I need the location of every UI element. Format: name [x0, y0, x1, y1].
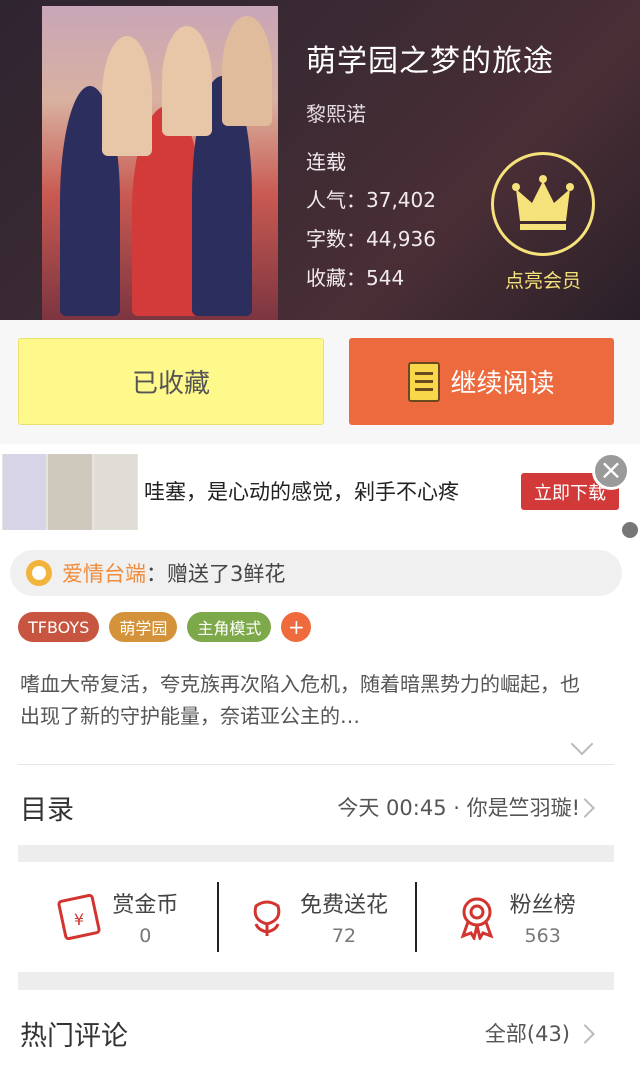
all-comments-link[interactable]: 全部(43) [485, 1018, 570, 1048]
book-title: 萌学园之梦的旅途 [306, 44, 554, 79]
continue-reading-label: 继续阅读 [450, 369, 555, 399]
stat-label: 人气： [306, 188, 366, 212]
stat-value: 37,402 [366, 188, 436, 212]
action-label: 粉丝榜 [509, 893, 576, 918]
action-buttons-row: 已收藏 继续阅读 [0, 320, 640, 444]
stat-value: 44,936 [366, 227, 436, 251]
section-separator [18, 972, 614, 990]
add-tag-button[interactable]: + [281, 612, 312, 642]
book-header: 萌学园之梦的旅途 黎熙诺 连载 人气：37,402 字数：44,936 收藏：5… [0, 0, 640, 320]
stat-value: 544 [366, 266, 405, 290]
action-text: 粉丝榜 563 [510, 887, 576, 947]
red-envelope-icon: ¥ [57, 894, 101, 940]
book-detail-content: 爱情台端 ：赠送了3鲜花 TFBOYS 萌学园 主角模式 + 嗜血大帝复活，夸克… [0, 540, 640, 1071]
send-flower-action[interactable]: 免费送花 72 [216, 862, 416, 972]
hot-comments-label: 热门评论 [20, 1021, 128, 1052]
medal-icon [460, 897, 494, 940]
collected-button[interactable]: 已收藏 [18, 338, 324, 425]
gift-message: ：赠送了3鲜花 [146, 562, 286, 586]
toc-label[interactable]: 目录 [20, 788, 74, 827]
ad-image-panel [3, 454, 47, 530]
gift-icon [26, 560, 52, 586]
ad-image[interactable] [2, 454, 138, 530]
chevron-right-icon[interactable] [575, 1024, 595, 1044]
support-actions: ¥ 赏金币 0 免费送花 72 粉丝榜 563 [18, 862, 614, 972]
stat-words: 字数：44,936 [306, 223, 436, 252]
vip-label[interactable]: 点亮会员 [470, 266, 616, 293]
tag[interactable]: TFBOYS [18, 612, 100, 642]
action-label: 赏金币 [112, 893, 179, 918]
cover-figure [222, 16, 272, 126]
action-count: 563 [524, 925, 561, 947]
tag-list: TFBOYS 萌学园 主角模式 + [18, 612, 312, 642]
gift-notice: 爱情台端 ：赠送了3鲜花 [10, 550, 622, 596]
stat-favorites: 收藏：544 [306, 262, 404, 291]
ad-banner[interactable]: 哇塞，是心动的感觉，剁手不心疼 立即下载 [0, 444, 640, 540]
vip-crown-button[interactable] [491, 152, 595, 256]
chevron-down-icon[interactable] [570, 732, 594, 756]
fan-ranking-action[interactable]: 粉丝榜 563 [415, 862, 614, 972]
stat-label: 收藏： [306, 266, 366, 290]
stat-popularity: 人气：37,402 [306, 184, 436, 213]
book-icon [408, 361, 441, 402]
cover-figure [102, 36, 152, 156]
ad-mark-icon [622, 522, 638, 538]
action-count: 72 [331, 925, 357, 947]
ad-image-panel [48, 454, 92, 530]
toc-latest-chapter[interactable]: 今天 00:45 · 你是竺羽璇! [337, 792, 580, 822]
tag[interactable]: 萌学园 [109, 612, 178, 642]
book-description[interactable]: 嗜血大帝复活，夸克族再次陷入危机，随着暗黑势力的崛起，也出现了新的守护能量，奈诺… [20, 668, 590, 732]
crown-icon [512, 175, 574, 230]
reward-coins-action[interactable]: ¥ 赏金币 0 [18, 862, 217, 972]
tag[interactable]: 主角模式 [187, 612, 272, 642]
action-count: 0 [139, 925, 152, 947]
book-author[interactable]: 黎熙诺 [306, 98, 366, 127]
ad-text[interactable]: 哇塞，是心动的感觉，剁手不心疼 [144, 476, 459, 506]
cover-figure [162, 26, 212, 136]
gift-sender[interactable]: 爱情台端 [62, 558, 146, 588]
continue-reading-button[interactable]: 继续阅读 [349, 338, 614, 425]
ad-image-panel [93, 454, 137, 530]
stat-label: 字数： [306, 227, 366, 251]
section-separator [18, 845, 614, 862]
action-text: 免费送花 72 [300, 887, 388, 947]
action-text: 赏金币 0 [112, 887, 178, 947]
svg-text:¥: ¥ [74, 910, 84, 929]
flower-icon [253, 900, 281, 936]
action-label: 免费送花 [300, 893, 389, 918]
divider [18, 764, 614, 765]
close-icon[interactable]: × [592, 452, 630, 490]
book-cover-image[interactable] [42, 6, 278, 320]
book-status: 连载 [306, 150, 346, 174]
